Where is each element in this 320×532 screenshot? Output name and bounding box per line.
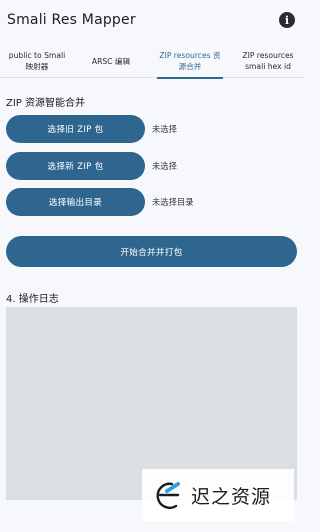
tab-arsc-editor[interactable]: ARSC 编辑 — [74, 44, 148, 78]
info-icon[interactable]: i — [279, 12, 295, 28]
tab-zip-resources-smali-hex-id[interactable]: ZIP resources smali hex id — [232, 44, 304, 78]
select-output-dir-button[interactable]: 选择输出目录 — [6, 188, 145, 216]
select-new-zip-button[interactable]: 选择新 ZIP 包 — [6, 152, 145, 180]
app-bar: Smali Res Mapper i — [0, 0, 304, 40]
watermark: 迟之资源 — [142, 469, 294, 521]
start-merge-button[interactable]: 开始合并并打包 — [6, 236, 297, 267]
watermark-logo-icon — [156, 482, 180, 509]
new-zip-status: 未选择 — [152, 161, 177, 171]
watermark-text: 迟之资源 — [191, 485, 272, 508]
app-title: Smali Res Mapper — [7, 12, 136, 28]
tab-zip-resources-merge[interactable]: ZIP resources 资 源合并 — [148, 44, 232, 79]
new-zip-row: 选择新 ZIP 包 未选择 — [6, 152, 177, 180]
old-zip-row: 选择旧 ZIP 包 未选择 — [6, 115, 177, 143]
merge-section-title: ZIP 资源智能合并 — [6, 98, 86, 109]
tab-bar: public to Smali 映射器 ARSC 编辑 ZIP resource… — [0, 44, 304, 79]
tab-public-to-smali[interactable]: public to Smali 映射器 — [0, 44, 74, 78]
select-old-zip-button[interactable]: 选择旧 ZIP 包 — [6, 115, 145, 143]
output-dir-status: 未选择目录 — [152, 197, 194, 207]
log-section-title: 4. 操作日志 — [6, 294, 59, 305]
output-dir-row: 选择输出目录 未选择目录 — [6, 188, 194, 216]
old-zip-status: 未选择 — [152, 124, 177, 134]
